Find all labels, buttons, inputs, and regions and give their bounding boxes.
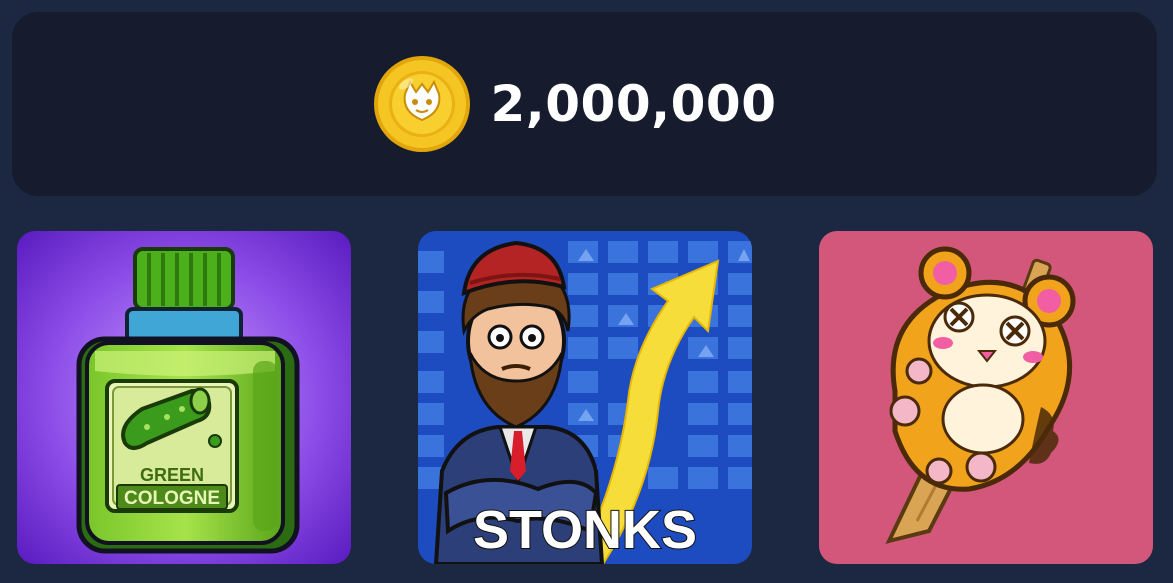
balance-panel: 2,000,000 <box>12 12 1157 196</box>
stonks-man-icon: STONKS <box>418 231 752 564</box>
balance-display: 2,000,000 <box>372 54 776 154</box>
coin-icon <box>374 56 471 152</box>
coin-balance: 2,000,000 <box>490 75 777 133</box>
cologne-label-line2: COLOGNE <box>124 488 220 509</box>
hamster-popsicle-icon <box>819 231 1153 564</box>
stonks-caption: STONKS <box>473 500 697 560</box>
cologne-label-line1: GREEN <box>140 465 204 485</box>
cologne-bottle-icon: GREEN COLOGNE <box>17 231 351 564</box>
card-stonks[interactable]: STONKS <box>418 231 752 564</box>
card-green-cologne[interactable]: GREEN COLOGNE <box>17 231 351 564</box>
card-hamster-popsicle[interactable] <box>819 231 1153 564</box>
